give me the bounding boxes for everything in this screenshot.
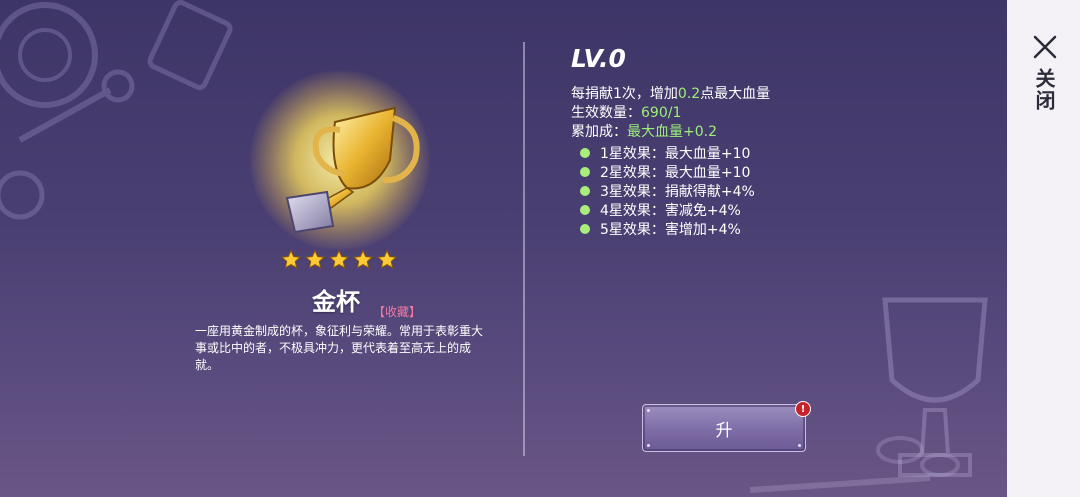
star-icon — [328, 249, 350, 269]
star-icon — [376, 249, 398, 269]
item-tag: 【收藏】 — [373, 305, 422, 319]
donate-bonus-line: 每捐献1次，增加0.2点最大血量 — [571, 83, 770, 103]
level-label: LV.0 — [571, 44, 626, 73]
star-icon — [352, 249, 374, 269]
effect-label: 3星效果：捐献得献+4% — [600, 183, 755, 200]
active-count-line: 生效数量：690/1 — [571, 102, 681, 122]
golden-trophy-icon — [285, 106, 420, 234]
star-icon — [280, 249, 302, 269]
effect-label: 2星效果：最大血量+10 — [600, 164, 751, 181]
active-count-label: 生效数量： — [571, 105, 641, 121]
collection-detail-screen: 关闭 金杯 【收藏】 一座用黄金制成的杯，象征利与荣耀。常用于表彰重大事或比中的… — [0, 0, 1080, 497]
donate-suffix: 点最大血量 — [700, 86, 771, 102]
list-item: 3星效果：捐献得献+4% — [580, 181, 755, 200]
total-bonus-line: 累加成：最大血量+0.2 — [571, 121, 717, 141]
total-bonus-label: 累加成： — [571, 124, 627, 140]
list-item: 1星效果：最大血量+10 — [580, 143, 755, 162]
bullet-icon — [580, 204, 590, 215]
upgrade-button-label: 升 — [715, 420, 733, 441]
active-count-value: 690/1 — [641, 105, 682, 121]
donate-value: 0.2 — [677, 86, 701, 102]
donate-prefix: 每捐献1次，增加 — [571, 86, 678, 102]
effect-label: 1星效果：最大血量+10 — [600, 145, 751, 162]
bullet-icon — [580, 185, 590, 196]
bullet-icon — [580, 223, 590, 234]
effect-label: 5星效果：害增加+4% — [600, 221, 741, 238]
close-button[interactable]: 关闭 — [1030, 34, 1060, 124]
star-rating — [280, 249, 398, 271]
upgrade-button[interactable]: 升 — [642, 404, 806, 452]
close-label: 关闭 — [1032, 68, 1056, 112]
close-icon — [1033, 35, 1057, 59]
bullet-icon — [580, 166, 590, 177]
bullet-icon — [580, 147, 590, 158]
panel-divider — [523, 42, 525, 456]
background-trophy-decoration — [882, 297, 988, 477]
total-bonus-value: 最大血量+0.2 — [627, 124, 717, 140]
item-name: 金杯 — [312, 288, 360, 316]
item-description: 一座用黄金制成的杯，象征利与荣耀。常用于表彰重大事或比中的者，不极具冲力，更代表… — [195, 324, 484, 372]
list-item: 2星效果：最大血量+10 — [580, 162, 755, 181]
list-item: 4星效果：害减免+4% — [580, 200, 755, 219]
star-icon — [304, 249, 326, 269]
list-item: 5星效果：害增加+4% — [580, 219, 755, 238]
star-effects-list: 1星效果：最大血量+10 2星效果：最大血量+10 3星效果：捐献得献+4% 4… — [580, 143, 755, 238]
notification-badge-icon: ! — [795, 401, 811, 417]
effect-label: 4星效果：害减免+4% — [600, 202, 741, 219]
